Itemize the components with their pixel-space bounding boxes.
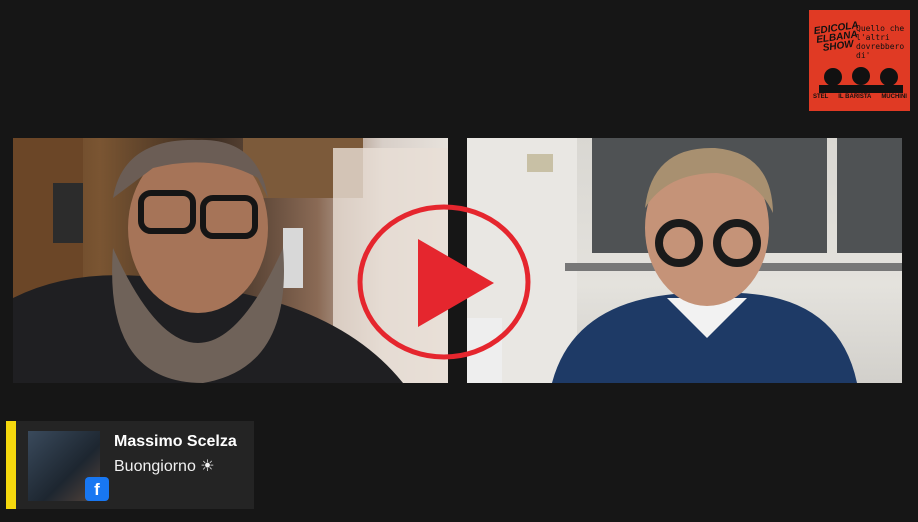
logo-host-1: STEL bbox=[813, 94, 829, 100]
comment-accent-bar bbox=[6, 421, 16, 509]
facebook-icon: f bbox=[85, 477, 109, 501]
logo-host-3: MUCHINI bbox=[881, 94, 907, 100]
logo-title: EDICOLA ELBANA SHOW bbox=[813, 19, 860, 55]
comment-author: Massimo Scelza bbox=[114, 433, 237, 450]
play-icon bbox=[418, 239, 494, 327]
logo-faces-icon bbox=[819, 67, 903, 93]
video-tile-right[interactable] bbox=[467, 138, 902, 383]
logo-host-2: IL BARISTA bbox=[838, 94, 872, 100]
participant-right-image bbox=[467, 138, 902, 383]
comment-card: f Massimo Scelza Buongiorno ☀ bbox=[6, 421, 254, 509]
show-logo: EDICOLA ELBANA SHOW Quello che l'altri d… bbox=[809, 10, 910, 111]
comment-message: Buongiorno ☀ bbox=[114, 458, 215, 475]
logo-tagline: Quello che l'altri dovrebbero di' bbox=[856, 24, 905, 60]
logo-hosts: STEL IL BARISTA MUCHINI bbox=[813, 94, 907, 100]
play-button[interactable] bbox=[356, 203, 532, 361]
